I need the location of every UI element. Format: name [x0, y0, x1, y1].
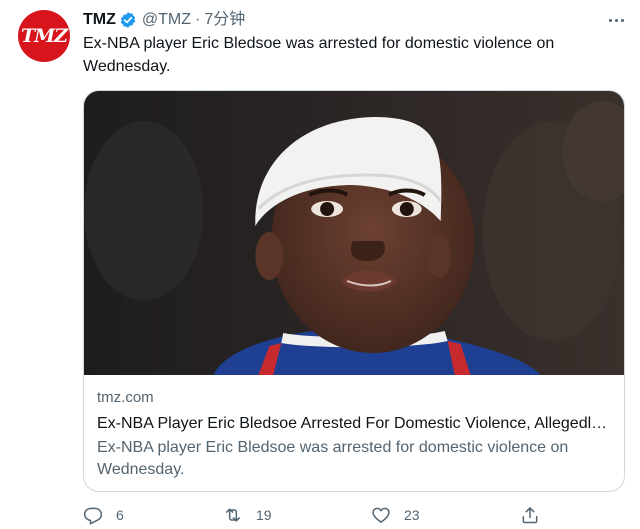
share-icon [522, 507, 538, 524]
avatar[interactable]: TMZ [18, 10, 70, 62]
reply-count: 6 [116, 507, 124, 523]
tweet-text: Ex-NBA player Eric Bledsoe was arrested … [83, 35, 555, 75]
account-name[interactable]: TMZ [83, 10, 116, 30]
retweet-icon [226, 508, 240, 522]
account-handle[interactable]: @TMZ [142, 10, 191, 30]
more-options-icon[interactable] [606, 10, 626, 30]
tweet[interactable]: TMZ TMZ @TMZ · 7分钟 Ex-NBA player Eric Bl… [0, 0, 640, 529]
reply-icon [83, 507, 103, 525]
card-info: tmz.com Ex-NBA Player Eric Bledsoe Arres… [97, 388, 614, 481]
card-domain: tmz.com [97, 389, 154, 406]
link-card[interactable]: tmz.com Ex-NBA Player Eric Bledsoe Arres… [83, 90, 625, 492]
reply-button[interactable]: 6 [83, 505, 124, 525]
verified-badge-icon [120, 12, 136, 28]
retweet-count: 19 [256, 507, 272, 523]
tweet-header: TMZ @TMZ · 7分钟 [83, 10, 245, 30]
action-bar: 6 19 23 [83, 505, 553, 527]
card-description: Ex-NBA player Eric Bledsoe was arrested … [97, 439, 569, 478]
tmz-logo: TMZ [20, 25, 68, 47]
separator-dot: · [195, 11, 201, 28]
like-count: 23 [404, 507, 420, 523]
share-button[interactable] [520, 505, 540, 525]
article-photo [84, 91, 624, 375]
like-button[interactable]: 23 [371, 505, 420, 525]
tweet-timestamp[interactable]: 7分钟 [204, 10, 245, 30]
card-title[interactable]: Ex-NBA Player Eric Bledsoe Arrested For … [97, 413, 614, 435]
heart-icon [372, 507, 390, 523]
retweet-button[interactable]: 19 [223, 505, 272, 525]
